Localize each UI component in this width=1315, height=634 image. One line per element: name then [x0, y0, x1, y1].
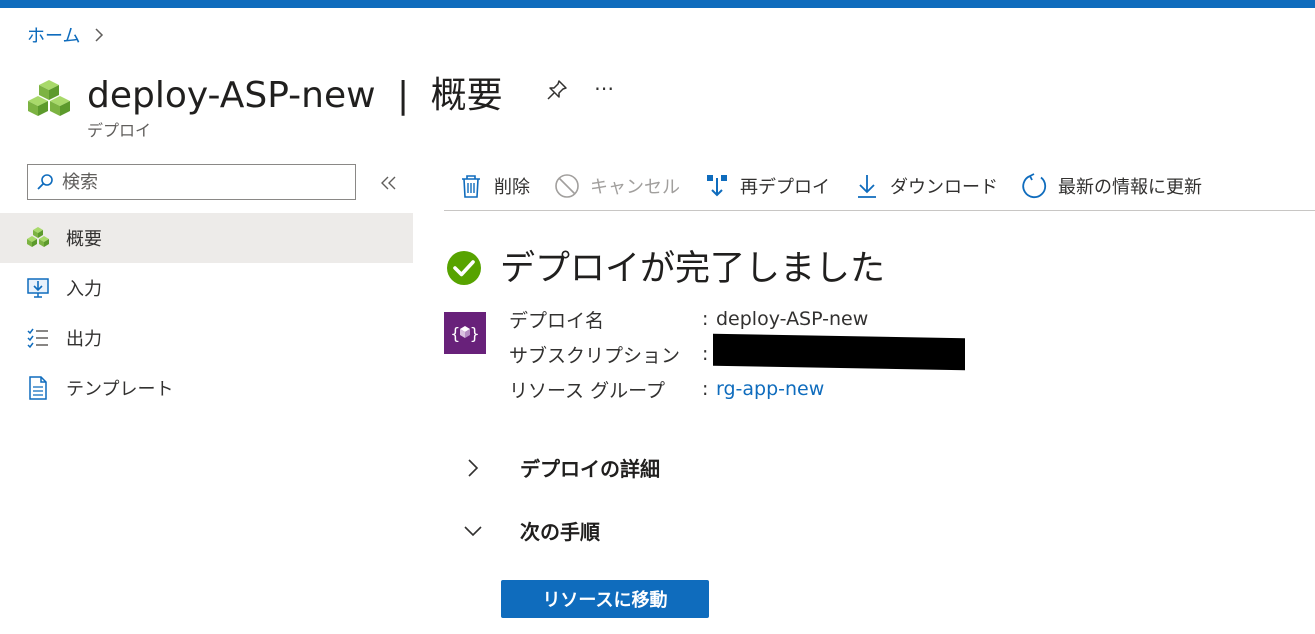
chevron-down-icon	[464, 525, 482, 536]
subscription-separator: :	[702, 343, 709, 365]
refresh-button[interactable]: 最新の情報に更新	[1022, 173, 1202, 199]
chevron-right-icon	[468, 458, 479, 477]
delete-button[interactable]: 削除	[458, 173, 530, 199]
resource-group-link[interactable]: rg-app-new	[716, 378, 824, 400]
breadcrumb: ホーム	[27, 22, 108, 48]
delete-label: 削除	[494, 177, 530, 198]
sidebar-item-overview[interactable]: 概要	[0, 213, 413, 263]
refresh-icon	[1022, 173, 1047, 199]
page-name: 概要	[430, 75, 503, 116]
deployment-name-value: deploy-ASP-new	[716, 308, 869, 330]
sidebar-item-label: テンプレート	[66, 379, 174, 400]
resource-name: deploy-ASP-new	[87, 75, 376, 116]
success-check-icon	[447, 251, 481, 285]
search-input[interactable]	[60, 170, 344, 194]
search-icon	[37, 174, 53, 190]
download-icon	[858, 175, 876, 198]
top-accent-bar	[0, 0, 1315, 8]
sidebar-item-label: 概要	[66, 229, 102, 250]
next-steps-expander[interactable]: 次の手順	[460, 516, 600, 545]
deployment-name-separator: :	[702, 308, 709, 330]
page-title: deploy-ASP-new | 概要	[87, 66, 503, 118]
cubes-icon	[27, 227, 49, 247]
next-steps-label: 次の手順	[520, 520, 600, 544]
resource-type-subtitle: デプロイ	[87, 121, 152, 140]
cancel-label: キャンセル	[590, 177, 680, 198]
deployment-template-icon: { }	[444, 312, 486, 354]
resource-group-separator: :	[702, 378, 709, 400]
deployment-details-label: デプロイの詳細	[520, 457, 660, 481]
chevron-right-icon	[95, 28, 104, 42]
checklist-icon	[27, 328, 48, 349]
sidebar-nav: 概要 入力 出力 テンプレート	[0, 213, 413, 413]
collapse-sidebar-icon[interactable]	[378, 172, 400, 194]
monitor-download-icon	[27, 278, 49, 298]
redeploy-icon	[707, 175, 727, 197]
cubes-icon	[28, 80, 70, 116]
deployment-details-expander[interactable]: デプロイの詳細	[460, 453, 660, 482]
sidebar-item-label: 入力	[66, 279, 102, 300]
title-separator: |	[397, 75, 410, 116]
pin-icon[interactable]	[545, 78, 569, 102]
sidebar-item-inputs[interactable]: 入力	[0, 263, 413, 313]
redacted-subscription-value	[713, 333, 965, 371]
command-bar: 削除 キャンセル 再デプロイ ダウンロード 最新の情報に更新	[444, 162, 1315, 211]
download-button[interactable]: ダウンロード	[854, 173, 998, 199]
redeploy-button[interactable]: 再デプロイ	[704, 173, 830, 199]
subscription-label: サブスクリプション	[509, 345, 681, 367]
resource-group-label: リソース グループ	[509, 380, 665, 402]
trash-icon	[462, 175, 480, 198]
refresh-label: 最新の情報に更新	[1058, 177, 1202, 198]
document-icon	[29, 376, 47, 400]
breadcrumb-home-link[interactable]: ホーム	[27, 22, 80, 48]
sidebar-item-outputs[interactable]: 出力	[0, 313, 413, 363]
cancel-button[interactable]: キャンセル	[554, 173, 680, 199]
deployment-name-label: デプロイ名	[509, 310, 605, 332]
more-options-icon[interactable]: ⋯	[594, 76, 615, 100]
deployment-status-title: デプロイが完了しました	[500, 249, 886, 289]
search-box[interactable]	[27, 164, 356, 200]
go-to-resource-button[interactable]: リソースに移動	[501, 580, 709, 618]
sidebar-item-label: 出力	[66, 329, 102, 350]
download-label: ダウンロード	[890, 177, 998, 198]
cancel-icon	[555, 174, 579, 198]
sidebar-item-template[interactable]: テンプレート	[0, 363, 413, 413]
redeploy-label: 再デプロイ	[740, 177, 830, 198]
